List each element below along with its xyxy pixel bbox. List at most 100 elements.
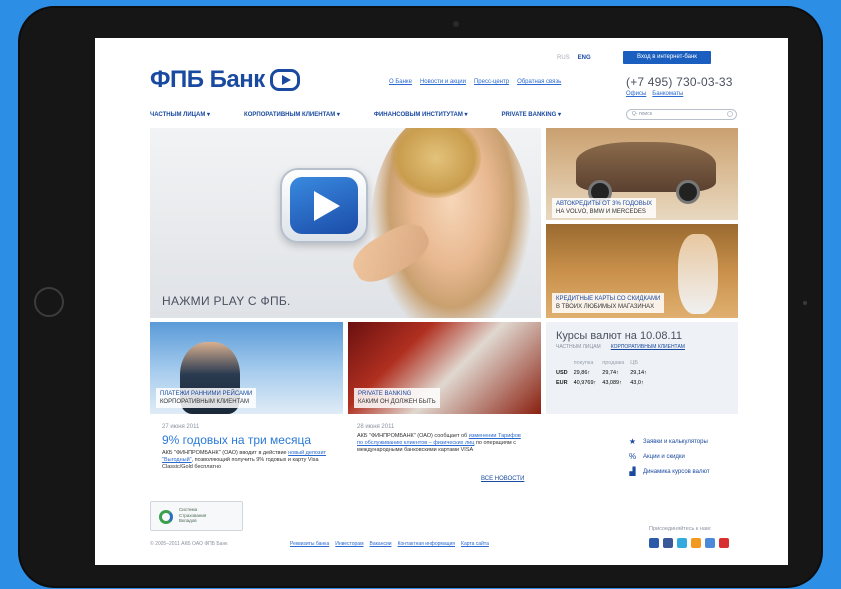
- footer-link-investors[interactable]: Инвесторам: [335, 541, 363, 547]
- currency-code: EUR: [556, 380, 568, 386]
- search-input[interactable]: Q- поиск: [626, 109, 737, 120]
- rates-table: покупка продажа ЦБ USD 29,86↑ 29,74↑ 29,…: [556, 358, 653, 388]
- promo-cards-line2: В ТВОИХ ЛЮБИМЫХ МАГАЗИНАХ: [556, 304, 655, 310]
- home-button[interactable]: [34, 287, 64, 317]
- footer-link-requisites[interactable]: Реквизиты банка: [290, 541, 329, 547]
- news-body-text: АКБ "ФИНПРОМБАНК" (ОАО) сообщает об: [357, 433, 469, 439]
- insurance-text: Система Страхования Вкладов: [179, 507, 206, 524]
- nav-private-banking[interactable]: PRIVATE BANKING ▾: [502, 111, 561, 118]
- rate-sell: 43,089↑: [602, 380, 622, 386]
- rates-header-row: покупка продажа ЦБ: [556, 358, 653, 368]
- all-news-link[interactable]: ВСЕ НОВОСТИ: [481, 476, 524, 482]
- bank-logo[interactable]: ФПБ Банк: [150, 64, 300, 96]
- rate-cb: 29,14↑: [630, 370, 647, 376]
- insurance-logo-icon: [159, 510, 173, 524]
- rates-tab-corporate[interactable]: КОРПОРАТИВНЫМ КЛИЕНТАМ: [611, 344, 685, 350]
- offices-link[interactable]: Офисы: [626, 91, 646, 97]
- tile-private-label: PRIVATE BANKING КАКИМ ОН ДОЛЖЕН БЫТЬ: [354, 388, 440, 408]
- twitter-icon[interactable]: [677, 538, 687, 548]
- sensor-icon: [803, 301, 807, 305]
- search-placeholder: Q- поиск: [632, 111, 652, 117]
- footer-link-vacancies[interactable]: Вакансии: [370, 541, 392, 547]
- tile-private-line2: КАКИМ ОН ДОЛЖЕН БЫТЬ: [358, 399, 436, 405]
- side-link-applications[interactable]: ★ Заявки и калькуляторы: [628, 438, 710, 446]
- logo-text: ФПБ Банк: [150, 66, 265, 93]
- tile-private-banking[interactable]: PRIVATE BANKING КАКИМ ОН ДОЛЖЕН БЫТЬ: [348, 322, 541, 414]
- news-date: 27 июня 2011: [162, 424, 200, 430]
- rates-header-cell: покупка: [573, 360, 594, 366]
- youtube-icon[interactable]: [719, 538, 729, 548]
- nav-private-clients[interactable]: ЧАСТНЫМ ЛИЦАМ ▾: [150, 111, 210, 118]
- car-wheel-rear: [676, 180, 700, 204]
- footer-link-contacts[interactable]: Контактная информация: [398, 541, 455, 547]
- rates-row-usd: USD 29,86↑ 29,74↑ 29,14↑: [556, 368, 653, 378]
- footer-link-sitemap[interactable]: Карта сайта: [461, 541, 489, 547]
- news-headline[interactable]: 9% годовых на три месяца: [162, 433, 332, 447]
- shopper-image: [678, 234, 718, 314]
- promo-credit-cards[interactable]: КРЕДИТНЫЕ КАРТЫ СО СКИДКАМИ В ТВОИХ ЛЮБИ…: [546, 224, 738, 318]
- lang-en-link[interactable]: ENG: [578, 55, 591, 61]
- facebook-icon[interactable]: [663, 538, 673, 548]
- promo-auto-loans[interactable]: АВТОКРЕДИТЫ ОТ 3% ГОДОВЫХ НА VOLVO, BMW …: [546, 128, 738, 220]
- tile-payments-line2: КОРПОРАТИВНЫМ КЛИЕНТАМ: [160, 399, 250, 405]
- play-logo-icon: [269, 69, 300, 91]
- rate-sell: 29,74↑: [602, 370, 619, 376]
- side-link-label: Заявки и калькуляторы: [643, 439, 708, 445]
- play-triangle-icon: [290, 177, 358, 234]
- clear-icon[interactable]: [727, 111, 733, 117]
- play-button-icon[interactable]: [280, 168, 368, 243]
- percent-icon: %: [628, 452, 637, 461]
- office-links: Офисы Банкоматы: [626, 91, 683, 97]
- promo-cards-line1: КРЕДИТНЫЕ КАРТЫ СО СКИДКАМИ: [556, 296, 661, 302]
- tile-early-payments[interactable]: ПЛАТЕЖИ РАННИМИ РЕЙСАМИ КОРПОРАТИВНЫМ КЛ…: [150, 322, 343, 414]
- main-nav: ЧАСТНЫМ ЛИЦАМ ▾ КОРПОРАТИВНЫМ КЛИЕНТАМ ▾…: [150, 111, 595, 118]
- news-promos-link[interactable]: Новости и акции: [420, 79, 466, 85]
- promo-auto-line1: АВТОКРЕДИТЫ ОТ 3% ГОДОВЫХ: [556, 201, 653, 207]
- rate-cb: 43,0↑: [630, 380, 644, 386]
- side-link-label: Акции и скидки: [643, 454, 685, 460]
- rates-header-cell: [556, 358, 574, 368]
- rate-buy: 40,9769↑: [573, 380, 597, 386]
- copyright: © 2005–2011 АКБ ОАО ФПБ Банк: [150, 541, 228, 547]
- star-icon: ★: [628, 437, 637, 446]
- nav-corporate-clients[interactable]: КОРПОРАТИВНЫМ КЛИЕНТАМ ▾: [244, 111, 340, 118]
- livejournal-icon[interactable]: [649, 538, 659, 548]
- rates-title: Курсы валют на 10.08.11: [556, 330, 682, 342]
- deposit-insurance-badge[interactable]: Система Страхования Вкладов: [150, 501, 243, 531]
- rates-row-eur: EUR 40,9769↑ 43,089↑ 43,0↑: [556, 378, 653, 388]
- tile-private-line1: PRIVATE BANKING: [358, 391, 412, 397]
- rates-tab-private[interactable]: ЧАСТНЫМ ЛИЦАМ: [556, 344, 601, 350]
- browser-screen: ФПБ Банк RUS ENG Вход в интернет-банк О …: [95, 38, 788, 565]
- insurance-line: Вкладов: [179, 518, 197, 523]
- nav-financial-institutions[interactable]: ФИНАНСОВЫМ ИНСТИТУТАМ ▾: [374, 111, 468, 118]
- language-switcher: RUS ENG: [557, 55, 591, 61]
- tablet-frame: ФПБ Банк RUS ENG Вход в интернет-банк О …: [20, 8, 821, 586]
- odnoklassniki-icon[interactable]: [691, 538, 701, 548]
- news-body: АКБ "ФИНПРОМБАНК" (ОАО) вводит в действи…: [162, 450, 332, 471]
- tile-payments-label: ПЛАТЕЖИ РАННИМИ РЕЙСАМИ КОРПОРАТИВНЫМ КЛ…: [156, 388, 257, 408]
- hero-banner[interactable]: НАЖМИ PLAY С ФПБ.: [150, 128, 541, 318]
- promo-cards-label: КРЕДИТНЫЕ КАРТЫ СО СКИДКАМИ В ТВОИХ ЛЮБИ…: [552, 293, 665, 313]
- internet-bank-login-button[interactable]: Вход в интернет-банк: [623, 51, 711, 64]
- rates-tabs: ЧАСТНЫМ ЛИЦАМ КОРПОРАТИВНЫМ КЛИЕНТАМ: [556, 344, 685, 350]
- tile-payments-line1: ПЛАТЕЖИ РАННИМИ РЕЙСАМИ: [160, 391, 253, 397]
- side-link-rates-dynamics[interactable]: ▟ Динамика курсов валют: [628, 467, 710, 476]
- side-links: ★ Заявки и калькуляторы % Акции и скидки…: [628, 438, 710, 483]
- news-body-text: АКБ "ФИНПРОМБАНК" (ОАО) вводит в действи…: [162, 450, 289, 456]
- phone-number: (+7 495) 730-03-33: [626, 75, 733, 89]
- camera-icon: [453, 21, 459, 27]
- vkontakte-icon[interactable]: [705, 538, 715, 548]
- lang-ru-link[interactable]: RUS: [557, 55, 570, 61]
- atms-link[interactable]: Банкоматы: [652, 91, 683, 97]
- about-bank-link[interactable]: О Банке: [389, 79, 412, 85]
- footer-links: Реквизиты банка Инвесторам Вакансии Конт…: [290, 541, 489, 547]
- news-body: АКБ "ФИНПРОМБАНК" (ОАО) сообщает об изме…: [357, 433, 527, 454]
- feedback-link[interactable]: Обратная связь: [517, 79, 561, 85]
- chart-icon: ▟: [629, 467, 636, 476]
- join-us-label: Присоединяйтесь к нам:: [649, 526, 712, 532]
- press-center-link[interactable]: Пресс-центр: [474, 79, 509, 85]
- side-link-promos[interactable]: % Акции и скидки: [628, 453, 710, 461]
- news-date: 28 июня 2011: [357, 424, 395, 430]
- side-link-label: Динамика курсов валют: [643, 469, 710, 475]
- rates-header-cell: ЦБ: [630, 360, 638, 366]
